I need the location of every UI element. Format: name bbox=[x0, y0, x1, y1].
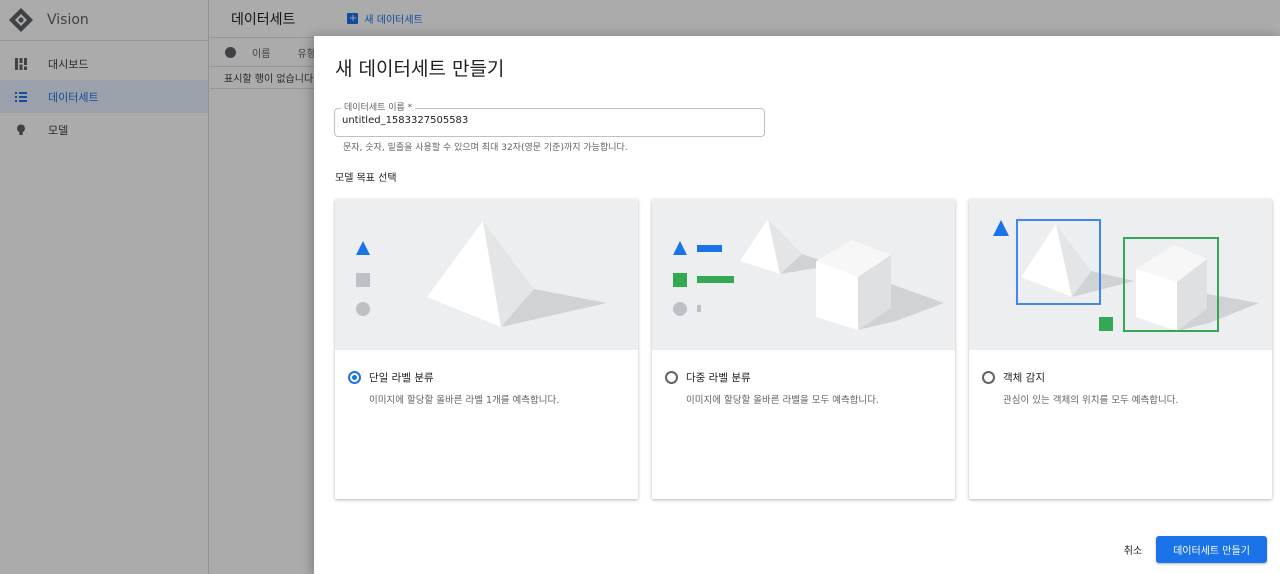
blue-triangle-icon bbox=[673, 241, 687, 255]
dataset-name-field[interactable]: 데이터세트 이름 * bbox=[334, 100, 765, 137]
model-objective-label: 모델 목표 선택 bbox=[335, 173, 397, 184]
gray-square-icon bbox=[356, 273, 370, 287]
green-square-icon bbox=[1099, 317, 1113, 331]
object-detection-illustration bbox=[969, 199, 1272, 350]
multi-label-option[interactable]: 다중 라벨 분류 bbox=[665, 370, 751, 385]
gray-label-bar bbox=[697, 305, 701, 312]
option-description: 관심이 있는 객체의 위치를 모두 예측합니다. bbox=[1003, 395, 1179, 406]
dialog-title: 새 데이터세트 만들기 bbox=[335, 58, 505, 80]
option-card-single-label[interactable]: 단일 라벨 분류 이미지에 할당할 올바른 라벨 1개를 예측합니다. bbox=[335, 199, 638, 499]
dataset-name-label: 데이터세트 이름 * bbox=[341, 100, 416, 113]
blue-label-bar bbox=[697, 245, 722, 252]
object-detection-radio[interactable] bbox=[982, 371, 995, 384]
green-label-bar bbox=[697, 276, 734, 283]
blue-triangle-icon bbox=[993, 220, 1009, 236]
option-title: 다중 라벨 분류 bbox=[686, 372, 751, 384]
option-card-multi-label[interactable]: 다중 라벨 분류 이미지에 할당할 올바른 라벨을 모두 예측합니다. bbox=[652, 199, 955, 499]
option-title: 단일 라벨 분류 bbox=[369, 372, 434, 384]
gray-circle-icon bbox=[673, 302, 687, 316]
dataset-name-input[interactable] bbox=[342, 115, 757, 126]
option-card-object-detection[interactable]: 객체 감지 관심이 있는 객체의 위치를 모두 예측합니다. bbox=[969, 199, 1272, 499]
create-dataset-button[interactable]: 데이터세트 만들기 bbox=[1156, 536, 1267, 563]
option-description: 이미지에 할당할 올바른 라벨을 모두 예측합니다. bbox=[686, 395, 879, 406]
green-square-icon bbox=[673, 273, 687, 287]
multi-label-illustration bbox=[652, 199, 955, 350]
multi-label-radio[interactable] bbox=[665, 371, 678, 384]
gray-circle-icon bbox=[356, 302, 370, 316]
single-label-illustration bbox=[335, 199, 638, 350]
new-dataset-dialog: 새 데이터세트 만들기 데이터세트 이름 * 문자, 숫자, 밑줄을 사용할 수… bbox=[314, 36, 1280, 574]
single-label-radio[interactable] bbox=[348, 371, 361, 384]
option-description: 이미지에 할당할 올바른 라벨 1개를 예측합니다. bbox=[369, 395, 560, 406]
blue-triangle-icon bbox=[356, 241, 370, 255]
dataset-name-hint: 문자, 숫자, 밑줄을 사용할 수 있으며 최대 32자(영문 기준)까지 가능… bbox=[343, 143, 628, 153]
single-label-option[interactable]: 단일 라벨 분류 bbox=[348, 370, 434, 385]
object-detection-option[interactable]: 객체 감지 bbox=[982, 370, 1045, 385]
option-title: 객체 감지 bbox=[1003, 372, 1045, 384]
cancel-button[interactable]: 취소 bbox=[1114, 537, 1152, 561]
